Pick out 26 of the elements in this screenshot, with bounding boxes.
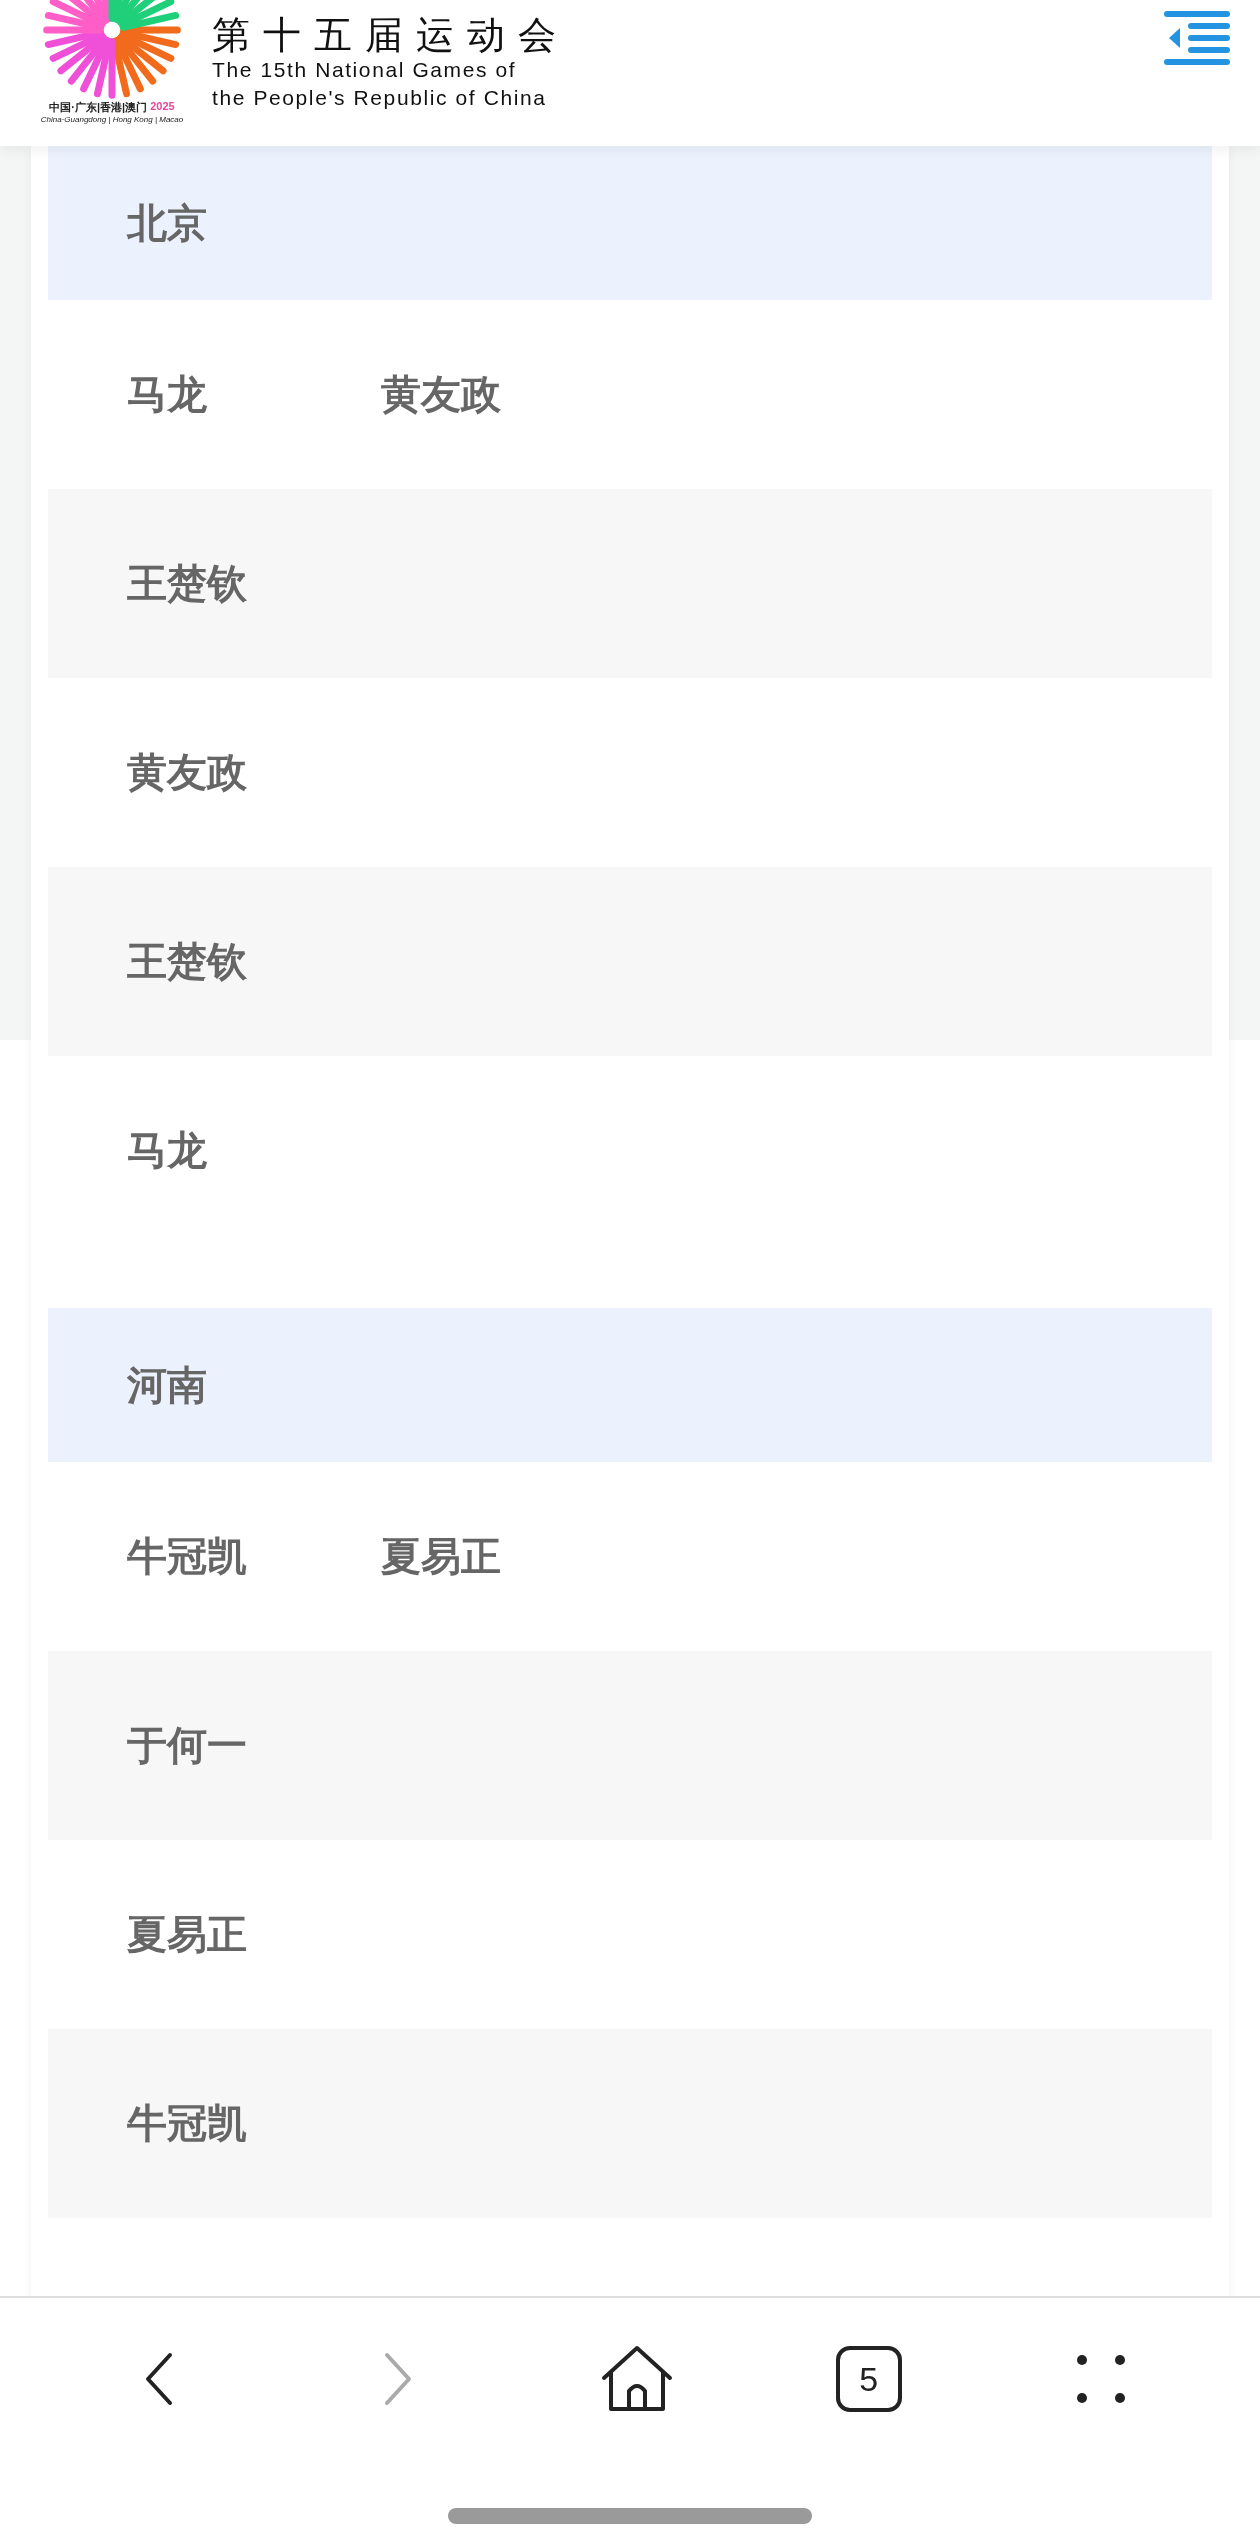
menu-icon: [1164, 10, 1230, 66]
player-name: 王楚钦: [127, 560, 248, 607]
site-subtitle: the People's Republic of China: [212, 85, 548, 111]
player-name: 夏易正: [127, 1911, 248, 1958]
chevron-right-icon: [383, 2352, 414, 2406]
player-name: 马龙: [127, 371, 208, 418]
player-name: 牛冠凯: [127, 2100, 248, 2147]
site-subtitle: The 15th National Games of: [212, 57, 518, 83]
logo-caption: 中国·广东|香港|澳门 2025: [49, 100, 175, 115]
player-name: 于何一: [127, 1722, 248, 1769]
site-title: 第十五届运动会: [212, 14, 569, 56]
menu-button[interactable]: [1164, 10, 1230, 66]
house-icon: [601, 2345, 673, 2413]
player-name: 牛冠凯: [127, 1533, 248, 1580]
player-name: 夏易正: [381, 1533, 502, 1580]
logo-subcaption: China·Guangdong | Hong Kong | Macao: [40, 115, 184, 124]
tabs-button[interactable]: 5: [835, 2346, 902, 2412]
player-name: 黄友政: [381, 371, 502, 418]
region-name: 北京: [127, 199, 207, 247]
player-name: 王楚钦: [127, 938, 248, 985]
chevron-left-icon: [144, 2352, 175, 2406]
region-name: 河南: [127, 1361, 207, 1409]
player-name: 黄友政: [127, 749, 248, 796]
logo-fan-icon: [42, 0, 182, 100]
four-dots-icon: [1075, 2354, 1126, 2404]
player-name: 马龙: [127, 1127, 208, 1174]
